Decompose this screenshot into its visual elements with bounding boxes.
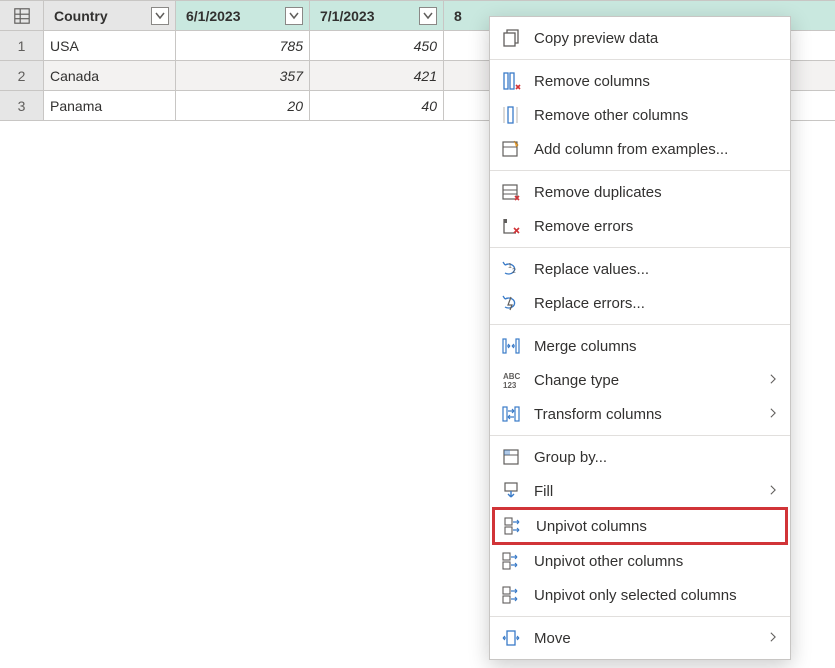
menu-copy-preview[interactable]: Copy preview data	[490, 21, 790, 55]
chevron-right-icon	[768, 630, 778, 647]
menu-unpivot-columns[interactable]: Unpivot columns	[492, 507, 788, 545]
chevron-right-icon	[768, 406, 778, 423]
menu-change-type[interactable]: Change type	[490, 363, 790, 397]
menu-replace-errors[interactable]: Replace errors...	[490, 286, 790, 320]
menu-merge-columns[interactable]: Merge columns	[490, 329, 790, 363]
select-all-corner[interactable]	[0, 1, 44, 31]
merge-columns-icon	[500, 335, 522, 357]
menu-remove-errors[interactable]: Remove errors	[490, 209, 790, 243]
row-number[interactable]: 2	[0, 61, 44, 91]
cell-c1[interactable]: 357	[176, 61, 310, 91]
row-number[interactable]: 1	[0, 31, 44, 61]
table-icon	[13, 7, 31, 25]
menu-separator	[490, 616, 790, 617]
menu-add-column-from-examples[interactable]: Add column from examples...	[490, 132, 790, 166]
replace-values-icon	[500, 258, 522, 280]
column-label: Country	[54, 8, 147, 24]
move-icon	[500, 627, 522, 649]
cell-country[interactable]: Panama	[44, 91, 176, 121]
group-by-icon	[500, 446, 522, 468]
replace-errors-icon	[500, 292, 522, 314]
unpivot-icon	[500, 584, 522, 606]
menu-separator	[490, 170, 790, 171]
column-context-menu: Copy preview data Remove columns Remove …	[489, 16, 791, 660]
menu-remove-duplicates[interactable]: Remove duplicates	[490, 175, 790, 209]
menu-replace-values[interactable]: Replace values...	[490, 252, 790, 286]
unpivot-icon	[502, 515, 524, 537]
column-header-c2[interactable]: 7/1/2023	[310, 1, 444, 31]
menu-move[interactable]: Move	[490, 621, 790, 655]
cell-c1[interactable]: 20	[176, 91, 310, 121]
cell-c1[interactable]: 785	[176, 31, 310, 61]
column-label: 7/1/2023	[320, 8, 415, 24]
remove-errors-icon	[500, 215, 522, 237]
remove-other-columns-icon	[500, 104, 522, 126]
chevron-right-icon	[768, 372, 778, 389]
menu-separator	[490, 435, 790, 436]
filter-dropdown[interactable]	[151, 7, 169, 25]
menu-separator	[490, 59, 790, 60]
column-header-c1[interactable]: 6/1/2023	[176, 1, 310, 31]
menu-separator	[490, 324, 790, 325]
cell-c2[interactable]: 450	[310, 31, 444, 61]
cell-c2[interactable]: 421	[310, 61, 444, 91]
row-number[interactable]: 3	[0, 91, 44, 121]
menu-unpivot-other-columns[interactable]: Unpivot other columns	[490, 544, 790, 578]
menu-unpivot-selected-columns[interactable]: Unpivot only selected columns	[490, 578, 790, 612]
filter-dropdown[interactable]	[419, 7, 437, 25]
menu-remove-other-columns[interactable]: Remove other columns	[490, 98, 790, 132]
menu-separator	[490, 247, 790, 248]
add-column-icon	[500, 138, 522, 160]
cell-country[interactable]: USA	[44, 31, 176, 61]
unpivot-icon	[500, 550, 522, 572]
menu-group-by[interactable]: Group by...	[490, 440, 790, 474]
menu-fill[interactable]: Fill	[490, 474, 790, 508]
fill-icon	[500, 480, 522, 502]
filter-dropdown[interactable]	[285, 7, 303, 25]
cell-country[interactable]: Canada	[44, 61, 176, 91]
column-header-country[interactable]: Country	[44, 1, 176, 31]
copy-icon	[500, 27, 522, 49]
column-label: 6/1/2023	[186, 8, 281, 24]
change-type-icon	[500, 369, 522, 391]
cell-c2[interactable]: 40	[310, 91, 444, 121]
transform-columns-icon	[500, 403, 522, 425]
remove-duplicates-icon	[500, 181, 522, 203]
remove-columns-icon	[500, 70, 522, 92]
chevron-right-icon	[768, 483, 778, 500]
menu-remove-columns[interactable]: Remove columns	[490, 64, 790, 98]
menu-transform-columns[interactable]: Transform columns	[490, 397, 790, 431]
